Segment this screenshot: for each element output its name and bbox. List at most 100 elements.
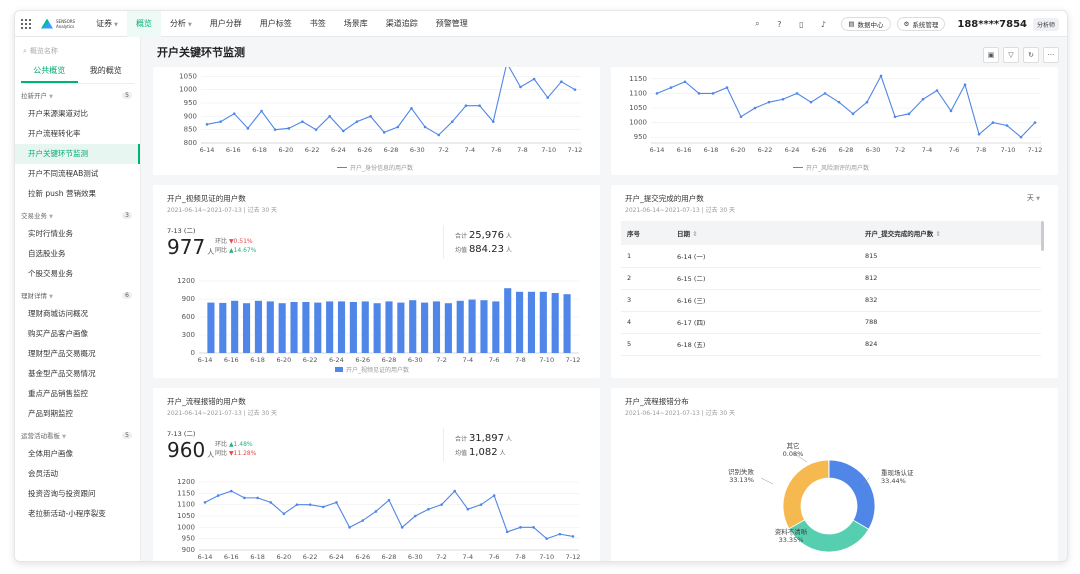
table-row[interactable]: 5 6-18 (五) 824	[621, 333, 1041, 356]
sidebar-item[interactable]: 开户不同流程AB测试	[15, 164, 140, 184]
column-header-index[interactable]: 序号	[621, 221, 671, 245]
logo[interactable]: SENSORS Analytics	[41, 18, 75, 29]
y-tick-label: 1200	[177, 277, 195, 285]
apps-grid-icon[interactable]	[21, 18, 31, 29]
data-point	[232, 112, 236, 115]
page-title: 开户关键环节监测	[157, 46, 245, 59]
sidebar-item[interactable]: 理财商城访问概况	[15, 304, 140, 324]
gear-icon: ⚙	[903, 20, 910, 28]
bell-icon[interactable]: ♪	[817, 18, 829, 30]
export-button[interactable]: ▣	[983, 47, 999, 63]
nav-tags[interactable]: 用户标签	[251, 11, 301, 37]
sidebar-group-header[interactable]: 交易业务 ▼ 3	[15, 206, 140, 224]
refresh-button[interactable]: ↻	[1023, 47, 1039, 63]
sidebar-group-header[interactable]: 拉新开户 ▼ 5	[15, 86, 140, 104]
x-tick-label: 7-6	[949, 146, 960, 154]
bar	[539, 291, 547, 353]
sidebar-item[interactable]: 理财型产品交易概况	[15, 344, 140, 364]
data-point	[879, 74, 883, 78]
column-header-count[interactable]: 开户_提交完成的用户数 ⇕	[859, 221, 1041, 245]
x-tick-label: 7-8	[517, 146, 528, 154]
table-scrollbar[interactable]	[1041, 221, 1044, 251]
bar	[278, 303, 286, 353]
bar	[231, 300, 239, 353]
bar	[266, 301, 274, 353]
group-label: 理财详情	[21, 292, 47, 300]
bar	[302, 302, 310, 353]
chevron-down-icon: ▼	[1036, 196, 1040, 202]
table-cell: 3	[621, 289, 671, 312]
bar	[207, 302, 215, 353]
sidebar-item[interactable]: 全体用户画像	[15, 444, 140, 464]
nav-overview[interactable]: 概览	[126, 11, 161, 37]
sidebar-item[interactable]: 投资咨询与投资跟问	[15, 484, 140, 504]
sidebar-item[interactable]: 开户流程转化率	[15, 124, 140, 144]
nav-bookmarks[interactable]: 书签	[301, 11, 335, 37]
data-point	[753, 106, 757, 110]
data-point	[725, 86, 729, 89]
user-phone[interactable]: 188****7854	[957, 19, 1027, 30]
x-tick-label: 6-20	[276, 553, 291, 561]
data-point	[396, 125, 400, 129]
user-role-badge[interactable]: 分析师	[1032, 17, 1059, 31]
card-id-info: 800 850 900 950 1000 1050 6-14 6-16 6-18 6-20 6-22…	[153, 61, 600, 175]
granularity-select[interactable]: 天 ▼	[1027, 193, 1040, 203]
data-point	[413, 514, 417, 518]
sidebar-item[interactable]: 购买产品客户画像	[15, 324, 140, 344]
nav-alerts[interactable]: 预警管理	[427, 11, 477, 37]
data-point	[321, 505, 325, 509]
table-row[interactable]: 4 6-17 (四) 788	[621, 311, 1041, 334]
table-row[interactable]: 3 6-16 (三) 832	[621, 289, 1041, 312]
sidebar-group-header[interactable]: 理财详情 ▼ 6	[15, 286, 140, 304]
group-count-badge: 5	[122, 91, 132, 99]
more-button[interactable]: ···	[1043, 47, 1059, 63]
x-tick-label: 6-18	[250, 356, 265, 364]
y-tick-label: 1000	[177, 523, 195, 531]
project-selector[interactable]: 证券 ▼	[87, 11, 127, 37]
help-icon[interactable]: ?	[773, 18, 785, 30]
sidebar-item[interactable]: 老拉新活动-小程序裂变	[15, 504, 140, 524]
x-tick-label: 6-18	[704, 146, 719, 154]
data-point	[711, 92, 715, 95]
data-point	[246, 127, 250, 130]
data-point	[203, 501, 207, 504]
sidebar-item[interactable]: 重点产品销售监控	[15, 384, 140, 404]
sidebar-item[interactable]: 会员活动	[15, 464, 140, 484]
nav-scenes[interactable]: 场景库	[335, 11, 377, 37]
y-tick-label: 1200	[177, 478, 195, 486]
nav-analysis[interactable]: 分析 ▼	[161, 11, 201, 37]
nav-segments[interactable]: 用户分群	[201, 11, 251, 37]
data-point	[823, 92, 827, 95]
search-icon[interactable]: ⌕	[751, 18, 763, 30]
filter-button[interactable]: ▽	[1003, 47, 1019, 63]
data-point	[478, 104, 481, 107]
sidebar-item[interactable]: 产品到期监控	[15, 404, 140, 424]
sidebar-item[interactable]: 拉新 push 营销效果	[15, 184, 140, 204]
x-tick-label: 7-4	[463, 553, 474, 561]
table-cell: 6-17 (四)	[671, 311, 859, 334]
table-cell: 6-15 (二)	[671, 267, 859, 290]
sidebar-item[interactable]: 开户来源渠道对比	[15, 104, 140, 124]
sidebar-item[interactable]: 个股交易业务	[15, 264, 140, 284]
data-point	[1033, 121, 1037, 124]
sidebar-item[interactable]: 基金型产品交易情况	[15, 364, 140, 384]
card-date-range: 2021-06-14~2021-07-13 | 过去 30 天	[625, 207, 736, 214]
x-tick-label: 6-28	[382, 356, 397, 364]
sidebar-group-header[interactable]: 运营活动看板 ▼ 5	[15, 426, 140, 444]
data-center-button[interactable]: ▤ 数据中心	[841, 17, 891, 31]
table-row[interactable]: 1 6-14 (一) 815	[621, 245, 1041, 268]
slice-percent: 33.13%	[729, 476, 754, 484]
tab-my-overview[interactable]: 我的概览	[78, 61, 135, 83]
sidebar-item[interactable]: 自选股业务	[15, 244, 140, 264]
sidebar-item[interactable]: 开户关键环节监测	[15, 144, 140, 164]
x-tick-label: 7-6	[489, 553, 500, 561]
column-header-date[interactable]: 日期 ⇕	[671, 221, 859, 245]
system-mgmt-button[interactable]: ⚙ 系统管理	[896, 17, 946, 31]
nav-channel-tracking[interactable]: 渠道追踪	[377, 11, 427, 37]
sidebar-search-input[interactable]: ⌕ 概览名称	[23, 45, 132, 57]
mobile-icon[interactable]: ▯	[795, 18, 807, 30]
table-cell: 4	[621, 311, 671, 334]
sidebar-item[interactable]: 实时行情业务	[15, 224, 140, 244]
table-row[interactable]: 2 6-15 (二) 812	[621, 267, 1041, 290]
tab-public-overview[interactable]: 公共概览	[21, 61, 78, 83]
